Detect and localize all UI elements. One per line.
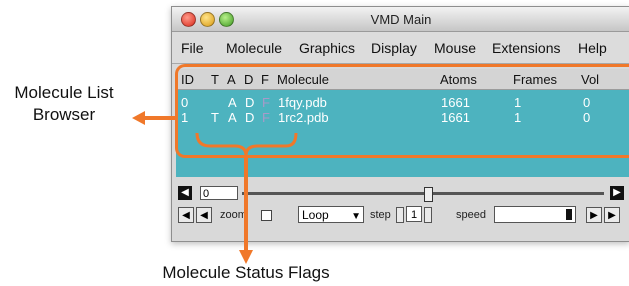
arrow-left-shaft (145, 116, 175, 120)
callout-line-2: Browser (32, 105, 96, 124)
annotation-arrows (132, 111, 298, 264)
arrow-down-shaft (244, 156, 248, 250)
arrow-left-icon (132, 111, 145, 125)
molecule-list-browser-callout: Molecule List Browser (0, 82, 128, 126)
status-flags-callout: Molecule Status Flags (162, 263, 330, 282)
flag-bracket (195, 132, 298, 157)
callout-line-1: Molecule List (14, 83, 114, 102)
